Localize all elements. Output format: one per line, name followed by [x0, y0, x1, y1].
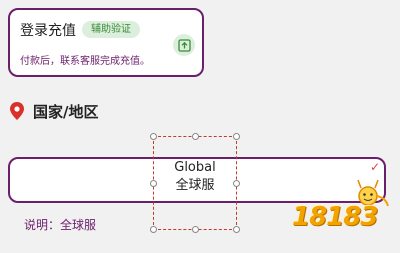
check-icon: ✓ — [369, 160, 380, 174]
resize-handle-top-left[interactable] — [150, 133, 157, 140]
login-recharge-description: 付款后，联系客服完成充值。 — [20, 56, 150, 67]
resize-handle-bottom[interactable] — [192, 226, 199, 233]
region-label: 国家/地区 — [33, 102, 99, 121]
recharge-button[interactable] — [173, 34, 195, 56]
server-name-en: Global — [174, 160, 216, 175]
resize-handle-bottom-left[interactable] — [150, 226, 157, 233]
assist-verify-badge: 辅助验证 — [82, 21, 140, 38]
server-option-label: Global 全球服 — [154, 159, 236, 195]
logo-text: 18183 — [292, 202, 378, 232]
selection-frame[interactable]: Global 全球服 — [150, 133, 240, 233]
server-note: 说明：全球服 — [24, 218, 97, 232]
resize-handle-bottom-right[interactable] — [233, 226, 240, 233]
login-recharge-card[interactable]: 登录充值 辅助验证 付款后，联系客服完成充值。 — [8, 8, 204, 77]
server-name-zh: 全球服 — [175, 178, 215, 193]
resize-handle-top[interactable] — [192, 133, 199, 140]
upload-box-icon — [177, 38, 191, 52]
region-header: 国家/地区 — [10, 100, 98, 122]
location-pin-icon — [10, 102, 24, 120]
site-logo: 18183 — [292, 176, 394, 238]
resize-handle-top-right[interactable] — [233, 133, 240, 140]
login-recharge-title: 登录充值 — [20, 23, 76, 39]
